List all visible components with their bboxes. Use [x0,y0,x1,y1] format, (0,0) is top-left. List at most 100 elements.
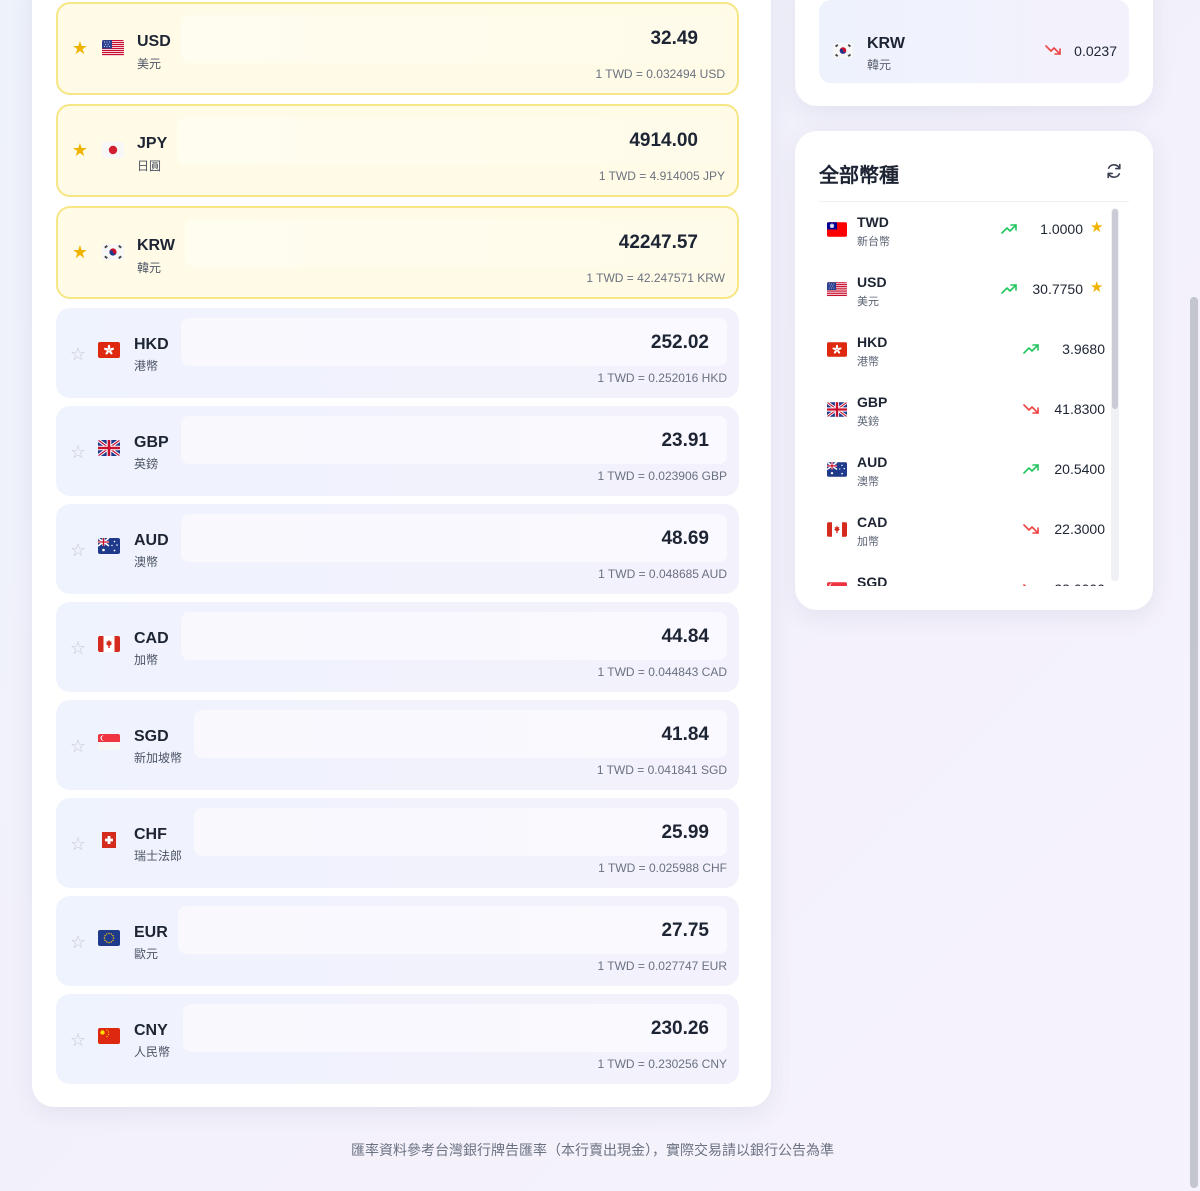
currency-row-jpy: ★ JPY 日圓 4914.00 1 TWD = 4.914005 JPY [56,104,739,197]
currency-code: JPY [137,135,168,152]
amount-input[interactable]: 230.26 [183,1004,727,1052]
watchlist-code: KRW [867,35,905,52]
currency-name: 人民幣 [134,1045,171,1059]
currency-row-sgd: ☆ SGD 新加坡幣 41.84 1 TWD = 0.041841 SGD [56,700,739,790]
trend-down-icon [1045,45,1061,55]
uk-flag-icon [98,440,120,456]
currency-name: 瑞士法郎 [134,849,183,863]
currency-code: AUD [857,454,888,470]
currency-code: CAD [134,630,169,647]
canada-flag-icon [98,636,120,652]
amount-input[interactable]: 44.84 [181,612,727,660]
page-scrollbar-thumb[interactable] [1190,297,1198,1188]
rate-text: 1 TWD = 0.252016 HKD [597,371,727,385]
list-scroll-thumb[interactable] [1112,209,1118,409]
korea-flag-icon [833,43,853,58]
rate-text: 1 TWD = 0.041841 SGD [596,763,727,777]
currency-row-gbp: ☆ GBP 英鎊 23.91 1 TWD = 0.023906 GBP [56,406,739,496]
currency-rate: 23.0000 [1054,581,1105,586]
amount-input[interactable]: 41.84 [194,710,727,758]
watchlist-card: KRW 韓元 0.0237 [795,0,1153,106]
us-flag-icon [827,282,847,297]
star-outline-icon[interactable]: ☆ [68,540,88,560]
currency-list[interactable]: SGD 23.0000 CAD 加幣 22.3000 AUD 澳幣 20.5400 GBP 英鎊 4… [819,201,1129,586]
currency-list-item-twd[interactable]: TWD 新台幣 1.0000 ★ [819,202,1115,262]
rate-text: 1 TWD = 0.044843 CAD [597,665,727,679]
currency-code: SGD [857,574,888,586]
hong-kong-flag-icon [98,342,120,358]
amount-input[interactable]: 48.69 [181,514,727,562]
currency-list-item-cad[interactable]: CAD 加幣 22.3000 [819,502,1115,562]
amount-input[interactable]: 4914.00 [177,117,725,165]
trend-up-icon [1023,464,1039,474]
currency-code: HKD [857,334,888,350]
currency-list-item-aud[interactable]: AUD 澳幣 20.5400 [819,442,1115,502]
watchlist-name: 韓元 [867,58,892,72]
currency-rate: 41.8300 [1054,401,1105,417]
refresh-icon[interactable] [1105,162,1123,180]
star-outline-icon[interactable]: ☆ [68,442,88,462]
uk-flag-icon [827,402,847,417]
star-filled-icon[interactable]: ★ [1090,279,1106,297]
eu-flag-icon [98,930,120,946]
list-scrollbar[interactable] [1111,208,1119,581]
currency-name: 港幣 [134,359,159,373]
star-outline-icon[interactable]: ☆ [68,638,88,658]
currency-code: KRW [137,237,175,254]
watchlist-item-krw[interactable]: KRW 韓元 0.0237 [819,19,1129,83]
star-outline-icon[interactable]: ☆ [68,834,88,854]
trend-up-icon [1001,224,1017,234]
star-filled-icon[interactable]: ★ [70,140,90,160]
rate-text: 1 TWD = 0.048685 AUD [598,567,727,581]
rate-text: 1 TWD = 4.914005 JPY [598,169,725,183]
currency-row-usd: ★ USD 美元 32.49 1 TWD = 0.032494 USD [56,2,739,95]
rate-text: 1 TWD = 0.230256 CNY [597,1057,727,1071]
currency-row-krw: ★ KRW 韓元 42247.57 1 TWD = 42.247571 KRW [56,206,739,299]
star-outline-icon[interactable]: ☆ [68,736,88,756]
trend-down-icon [1023,524,1039,534]
star-filled-icon[interactable]: ★ [1090,219,1106,237]
amount-input[interactable]: 25.99 [194,808,727,856]
australia-flag-icon [827,462,847,477]
singapore-flag-icon [827,582,847,586]
star-outline-icon[interactable]: ☆ [68,932,88,952]
currency-name: 澳幣 [134,555,159,569]
star-filled-icon[interactable]: ★ [70,242,90,262]
rate-text: 1 TWD = 0.023906 GBP [597,469,727,483]
currency-row-eur: ☆ EUR 歐元 27.75 1 TWD = 0.027747 EUR [56,896,739,986]
currency-name: 美元 [857,296,879,308]
currency-code: GBP [134,434,169,451]
taiwan-flag-icon [827,222,847,237]
currency-list-item-sgd[interactable]: SGD 23.0000 [819,562,1115,586]
currency-name: 日圓 [137,159,162,173]
currency-row-cad: ☆ CAD 加幣 44.84 1 TWD = 0.044843 CAD [56,602,739,692]
currency-name: 歐元 [134,947,159,961]
star-outline-icon[interactable]: ☆ [68,344,88,364]
china-flag-icon [98,1028,120,1044]
currency-rate: 30.7750 [1032,281,1083,297]
trend-down-icon [1023,404,1039,414]
currency-row-hkd: ☆ HKD 港幣 252.02 1 TWD = 0.252016 HKD [56,308,739,398]
singapore-flag-icon [98,734,120,750]
hong-kong-flag-icon [827,342,847,357]
canada-flag-icon [827,522,847,537]
star-filled-icon[interactable]: ★ [70,38,90,58]
currency-name: 港幣 [857,356,879,368]
currency-code: HKD [134,336,169,353]
currency-list-item-usd[interactable]: USD 美元 30.7750 ★ [819,262,1115,322]
amount-input[interactable]: 252.02 [181,318,727,366]
japan-flag-icon [102,142,124,158]
currency-code: USD [137,33,171,50]
amount-input[interactable]: 23.91 [181,416,727,464]
korea-flag-icon [102,244,124,260]
amount-input[interactable]: 42247.57 [185,219,725,267]
currency-list-item-gbp[interactable]: GBP 英鎊 41.8300 [819,382,1115,442]
currency-name: 澳幣 [857,476,879,488]
currency-code: AUD [134,532,169,549]
footer-disclaimer: 匯率資料參考台灣銀行牌告匯率（本行賣出現金），實際交易請以銀行公告為準 [351,1142,834,1158]
currency-list-item-hkd[interactable]: HKD 港幣 3.9680 [819,322,1115,382]
amount-input[interactable]: 27.75 [178,906,727,954]
amount-input[interactable]: 32.49 [181,15,725,63]
star-outline-icon[interactable]: ☆ [68,1030,88,1050]
currency-code: TWD [857,214,889,230]
